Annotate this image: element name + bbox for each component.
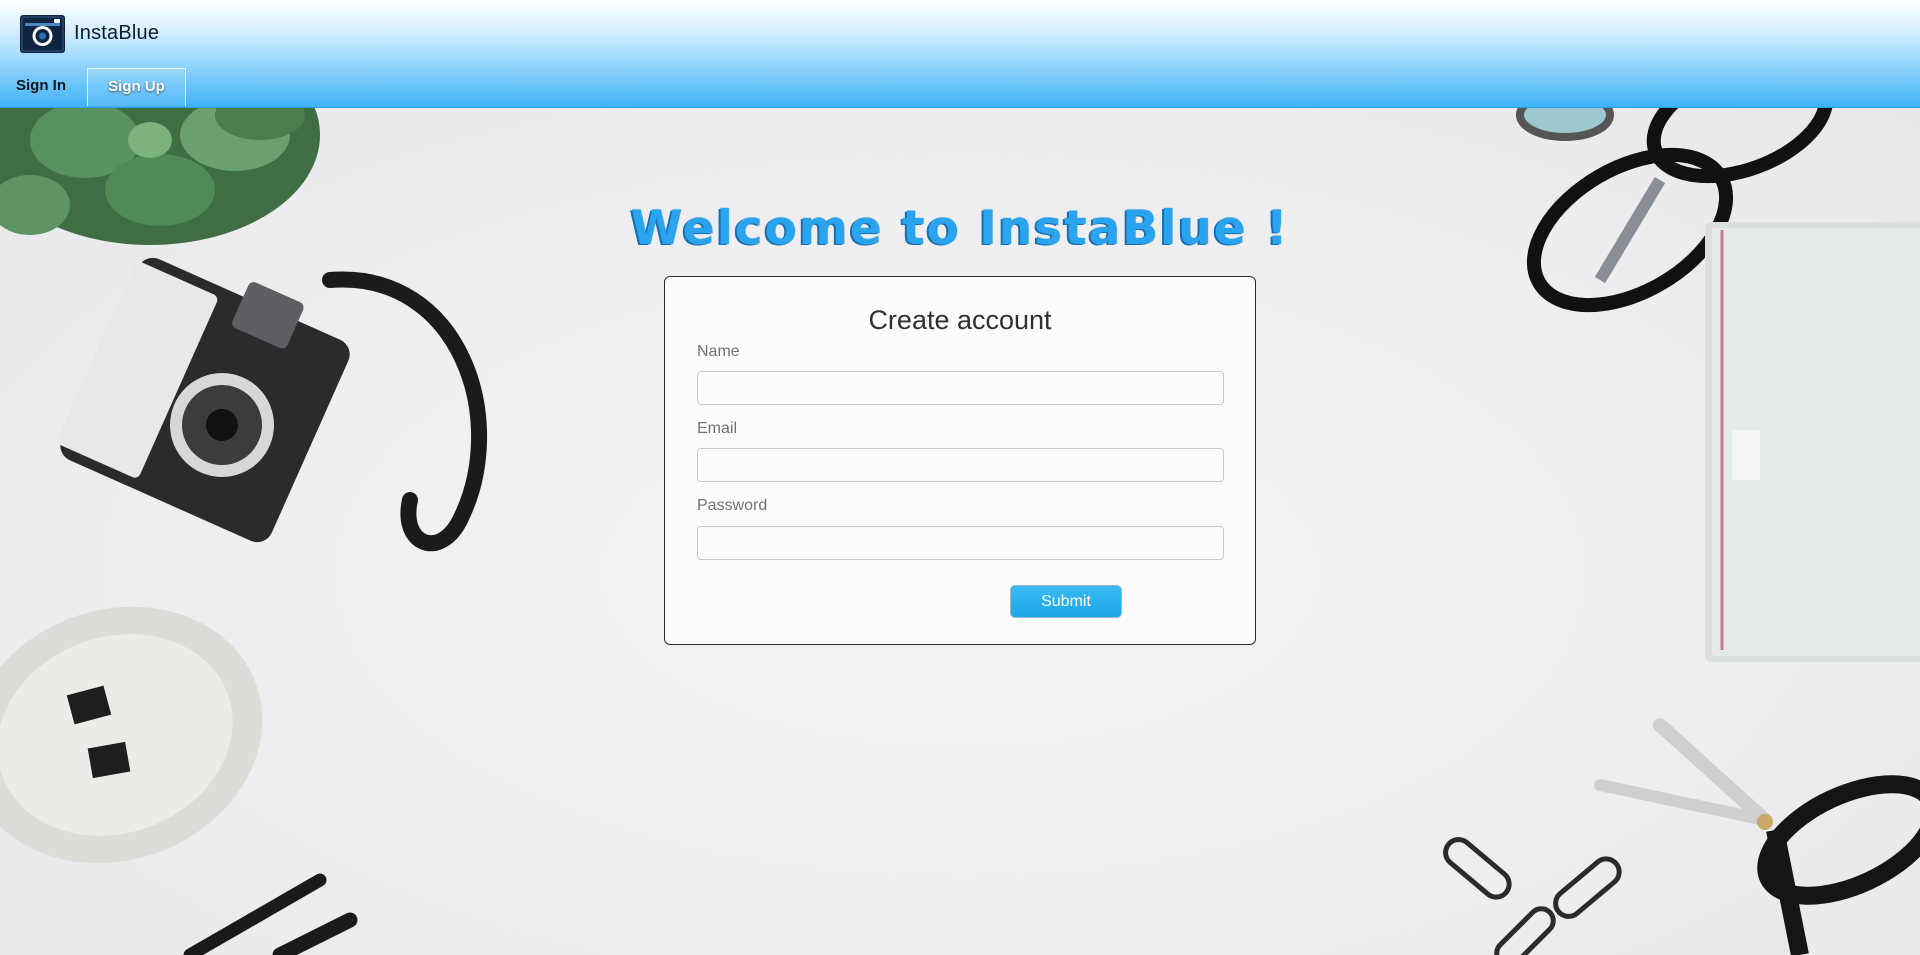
- name-label: Name: [697, 343, 740, 360]
- nav-signin-link[interactable]: Sign In: [0, 68, 82, 106]
- camera-logo-icon[interactable]: [19, 14, 66, 54]
- signup-form-card: Create account Name Email Password Submi…: [664, 276, 1256, 645]
- welcome-heading: Welcome to InstaBlue !: [630, 201, 1290, 257]
- submit-button[interactable]: Submit: [1010, 585, 1122, 618]
- top-header: InstaBlue Sign In Sign Up: [0, 0, 1920, 108]
- dish-with-clips-image: [0, 606, 263, 864]
- scissors-image: [1594, 718, 1920, 955]
- paper-clips-image: [1443, 837, 1622, 955]
- nav-signup-link[interactable]: Sign Up: [87, 68, 186, 106]
- name-field[interactable]: [697, 371, 1224, 405]
- notebook-image: [1705, 222, 1920, 662]
- email-label: Email: [697, 420, 738, 437]
- camera-image: [57, 257, 487, 552]
- password-field[interactable]: [697, 526, 1224, 560]
- email-field[interactable]: [697, 448, 1224, 482]
- password-label: Password: [697, 497, 768, 514]
- app-brand-name[interactable]: InstaBlue: [74, 22, 159, 45]
- form-title: Create account: [868, 305, 1052, 335]
